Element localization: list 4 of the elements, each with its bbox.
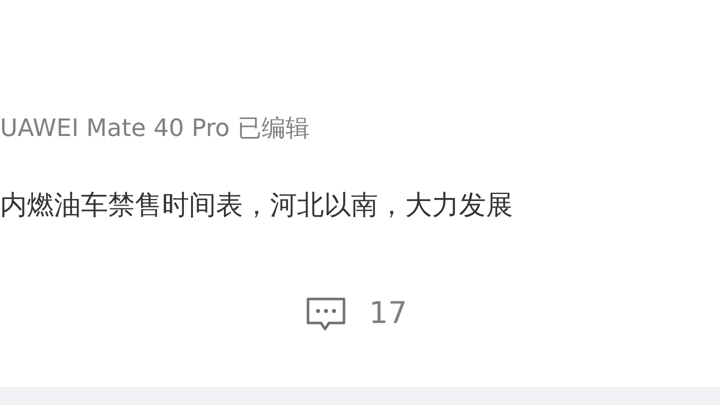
post-source: UAWEI Mate 40 Pro 已编辑 bbox=[0, 113, 310, 144]
comment-icon[interactable] bbox=[305, 296, 347, 332]
comment-count: 17 bbox=[369, 296, 408, 332]
post-text: 内燃油车禁售时间表，河北以南，大力发展 bbox=[0, 189, 513, 223]
